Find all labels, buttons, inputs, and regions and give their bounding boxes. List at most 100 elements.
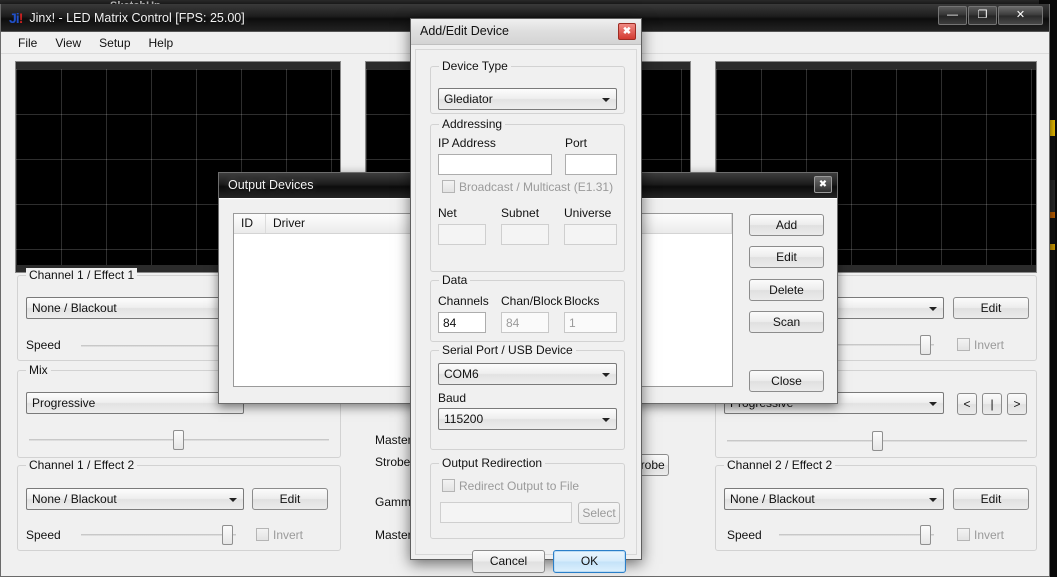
channel1-effect1-speed-label: Speed bbox=[26, 338, 61, 352]
redirect-select-button[interactable]: Select bbox=[578, 502, 620, 524]
slider-track bbox=[81, 345, 241, 347]
baud-combo[interactable]: 115200 bbox=[438, 408, 617, 430]
output-devices-edit-button[interactable]: Edit bbox=[749, 246, 824, 268]
minimize-icon[interactable]: — bbox=[938, 6, 967, 25]
screen-root: SketchUp Ji! Jinx! - LED Matrix Control … bbox=[0, 0, 1057, 577]
group-output-redirection-label: Output Redirection bbox=[439, 456, 546, 470]
add-edit-device-close-icon[interactable]: ✖ bbox=[618, 23, 636, 40]
channel1-effect2-combo[interactable]: None / Blackout bbox=[26, 488, 244, 510]
channel1-effect1-value: None / Blackout bbox=[32, 301, 117, 315]
channel2-effect2-combo[interactable]: None / Blackout bbox=[724, 488, 944, 510]
channel1-effect2-invert-checkbox[interactable]: Invert bbox=[256, 528, 303, 542]
channel1-effect1-combo[interactable]: None / Blackout bbox=[26, 297, 244, 319]
column-id[interactable]: ID bbox=[234, 214, 266, 233]
center-master-label: Master bbox=[375, 433, 412, 447]
channel1-effect1-speed-slider[interactable] bbox=[81, 336, 241, 356]
channel2-mix-stop-button[interactable]: | bbox=[982, 393, 1002, 415]
group-channel1-mix-label: Mix bbox=[26, 363, 51, 377]
add-edit-device-titlebar: Add/Edit Device ✖ bbox=[411, 19, 641, 45]
channel2-effect1-edit-button[interactable]: Edit bbox=[953, 297, 1029, 319]
redirect-output-checkbox[interactable]: Redirect Output to File bbox=[442, 479, 579, 493]
checkbox-box-icon bbox=[957, 528, 970, 541]
channel1-mix-slider[interactable] bbox=[29, 430, 329, 450]
chan-block-label: Chan/Block bbox=[501, 294, 563, 308]
slider-knob[interactable] bbox=[222, 525, 233, 545]
universe-input[interactable] bbox=[564, 224, 617, 245]
universe-label: Universe bbox=[564, 206, 612, 220]
channel1-effect2-edit-button[interactable]: Edit bbox=[252, 488, 328, 510]
channel2-effect2-value: None / Blackout bbox=[730, 492, 815, 506]
ip-address-label: IP Address bbox=[438, 136, 496, 150]
channel2-effect2-speed-slider[interactable] bbox=[779, 525, 934, 545]
group-channel1-effect1-label: Channel 1 / Effect 1 bbox=[26, 268, 138, 282]
serial-port-value: COM6 bbox=[444, 367, 479, 381]
ip-address-input[interactable] bbox=[438, 154, 552, 175]
center-strobe-label: Strobe bbox=[375, 455, 411, 469]
channel2-effect2-invert-checkbox[interactable]: Invert bbox=[957, 528, 1004, 542]
checkbox-box-icon bbox=[442, 479, 455, 492]
slider-knob[interactable] bbox=[920, 525, 931, 545]
output-devices-close-button[interactable]: Close bbox=[749, 370, 824, 392]
chevron-down-icon bbox=[602, 418, 610, 422]
device-type-combo[interactable]: Glediator bbox=[438, 88, 617, 110]
subnet-input[interactable] bbox=[501, 224, 549, 245]
menu-setup[interactable]: Setup bbox=[90, 34, 139, 52]
baud-value: 115200 bbox=[444, 412, 484, 426]
chevron-down-icon bbox=[929, 307, 937, 311]
center-master2-label: Master bbox=[375, 528, 412, 542]
channel2-mix-slider[interactable] bbox=[727, 431, 1027, 451]
chevron-down-icon bbox=[929, 498, 937, 502]
slider-track bbox=[81, 534, 236, 536]
chan-block-input[interactable] bbox=[501, 312, 549, 333]
channel1-mix-combo[interactable]: Progressive bbox=[26, 392, 244, 414]
output-devices-delete-button[interactable]: Delete bbox=[749, 279, 824, 301]
blocks-label: Blocks bbox=[564, 294, 600, 308]
channel2-effect2-invert-label: Invert bbox=[974, 528, 1005, 542]
ok-button[interactable]: OK bbox=[553, 550, 626, 573]
chevron-down-icon bbox=[602, 98, 610, 102]
channels-input[interactable] bbox=[438, 312, 486, 333]
menu-help[interactable]: Help bbox=[140, 34, 183, 52]
group-output-redirection: Output Redirection bbox=[430, 456, 625, 539]
add-edit-device-title: Add/Edit Device bbox=[420, 24, 509, 38]
net-input[interactable] bbox=[438, 224, 486, 245]
output-devices-close-icon[interactable]: ✖ bbox=[814, 176, 832, 193]
device-type-value: Glediator bbox=[444, 92, 493, 106]
channel2-mix-prev-button[interactable]: < bbox=[957, 393, 977, 415]
chevron-down-icon bbox=[929, 402, 937, 406]
jinx-logo-icon: Ji! bbox=[9, 9, 23, 26]
slider-knob[interactable] bbox=[872, 431, 883, 451]
checkbox-box-icon bbox=[256, 528, 269, 541]
maximize-icon[interactable]: ❐ bbox=[968, 6, 997, 25]
menu-file[interactable]: File bbox=[9, 34, 46, 52]
slider-knob[interactable] bbox=[920, 335, 931, 355]
channel2-effect2-speed-label: Speed bbox=[727, 528, 762, 542]
output-devices-add-button[interactable]: Add bbox=[749, 214, 824, 236]
channel2-mix-next-button[interactable]: > bbox=[1007, 393, 1027, 415]
checkbox-box-icon bbox=[957, 338, 970, 351]
channel2-effect1-invert-label: Invert bbox=[974, 338, 1005, 352]
serial-port-combo[interactable]: COM6 bbox=[438, 363, 617, 385]
channel2-effect1-invert-checkbox[interactable]: Invert bbox=[957, 338, 1004, 352]
close-icon[interactable]: ✕ bbox=[998, 6, 1043, 25]
group-data-label: Data bbox=[439, 273, 471, 287]
cancel-button[interactable]: Cancel bbox=[472, 550, 545, 573]
channel1-mix-value: Progressive bbox=[32, 396, 96, 410]
baud-label: Baud bbox=[438, 391, 467, 405]
broadcast-multicast-checkbox[interactable]: Broadcast / Multicast (E1.31) bbox=[442, 180, 613, 194]
add-edit-device-body: Device Type Glediator Addressing IP Addr… bbox=[415, 49, 637, 573]
blocks-input[interactable] bbox=[564, 312, 617, 333]
output-devices-scan-button[interactable]: Scan bbox=[749, 311, 824, 333]
checkbox-box-icon bbox=[442, 180, 455, 193]
port-input[interactable] bbox=[565, 154, 617, 175]
channel2-effect2-edit-button[interactable]: Edit bbox=[953, 488, 1029, 510]
slider-track bbox=[779, 534, 934, 536]
channel1-effect2-speed-slider[interactable] bbox=[81, 525, 236, 545]
group-channel1-effect2-label: Channel 1 / Effect 2 bbox=[26, 458, 138, 472]
group-channel2-effect2-label: Channel 2 / Effect 2 bbox=[724, 458, 836, 472]
redirect-path-input[interactable] bbox=[440, 502, 572, 523]
menu-view[interactable]: View bbox=[46, 34, 90, 52]
group-addressing-label: Addressing bbox=[439, 117, 506, 131]
slider-knob[interactable] bbox=[173, 430, 184, 450]
channels-label: Channels bbox=[438, 294, 489, 308]
